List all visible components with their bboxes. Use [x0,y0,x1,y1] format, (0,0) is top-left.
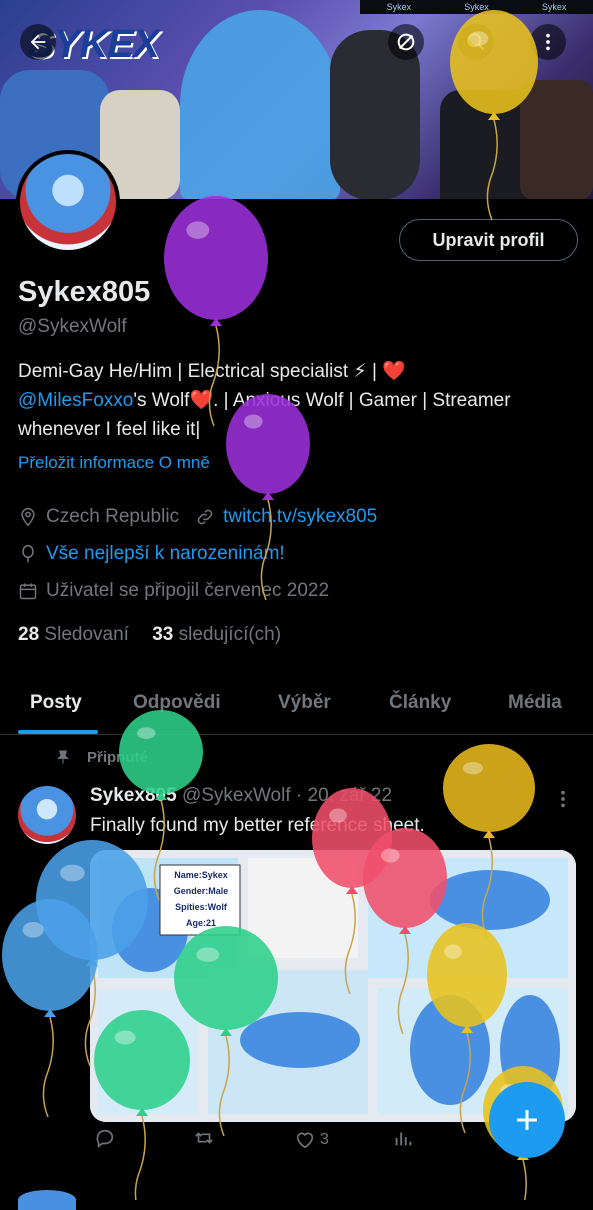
following-count: 28 [18,624,40,645]
followers-label: sledující(ch) [178,624,282,645]
search-icon [467,33,485,51]
banner-link-twitch: Sykex [541,2,567,12]
views-icon [395,1132,412,1145]
profile-handle: @SykexWolf [18,316,127,337]
plus-icon [517,1110,537,1130]
tab-media[interactable]: Média [508,692,562,714]
tab-highlights[interactable]: Výběr [278,692,331,714]
location-row: Czech Republic twitch.tv/sykex805 [18,506,377,528]
post-text: Finally found my better reference sheet. [90,815,425,836]
post-more-button[interactable] [556,788,570,816]
translate-bio-link[interactable]: Přeložit informace O mně [18,453,210,473]
compose-button[interactable] [489,1082,565,1158]
ref-name: Name:Sykex [174,870,228,880]
banner-art-wolf [180,10,340,199]
joined-text: Uživatel se připojil červenec 2022 [46,580,330,601]
birthday-row: Vše nejlepší k narozeninám! [18,543,285,565]
pinned-label: Připnuté [87,748,148,766]
repost-button[interactable] [192,1127,216,1154]
following-label: Sledovaní [44,624,129,645]
bio-mention-link[interactable]: @MilesFoxxo [18,390,133,411]
profile-name: Sykex805 [18,276,151,308]
heart-icon [296,1132,314,1149]
balloon [2,899,98,1118]
link-icon [197,509,213,525]
more-options-button[interactable] [530,24,566,60]
ref-gender: Gender:Male [173,886,229,896]
pin-icon [57,750,69,764]
birthday-link[interactable]: Vše nejlepší k narozeninám! [46,543,285,565]
bio-line-1: Demi-Gay He/Him | Electrical specialist … [18,361,406,382]
joined-row: Uživatel se připojil červenec 2022 [18,580,329,602]
post-author-name[interactable]: Sykex805 [90,785,177,806]
ref-species: Spities:Wolf [175,902,227,912]
back-button[interactable] [20,24,56,60]
avatar-image [20,154,116,250]
pinned-indicator: Připnuté [55,748,148,766]
post-author-avatar[interactable] [18,786,76,844]
banner-art-character [520,80,593,199]
following-stat[interactable]: 28 Sledovaní [18,624,129,645]
location-pin-icon [21,507,35,527]
views-button[interactable] [392,1127,414,1154]
bio-line-2: @MilesFoxxo's Wolf❤️. | Anxious Wolf | G… [18,386,578,415]
next-post-avatar[interactable] [18,1190,76,1210]
balloon-icon [22,544,34,563]
banner-social-links: Sykex Sykex Sykex [360,0,593,14]
reply-button[interactable] [94,1127,116,1154]
like-button[interactable]: 3 [294,1129,329,1151]
banner-link-facebook: Sykex [464,2,489,12]
post-header: Sykex805 @SykexWolf · 20. zář 22 [90,785,392,807]
website-link[interactable]: twitch.tv/sykex805 [223,506,377,528]
reply-icon [96,1129,114,1148]
eye-slash-icon [397,33,415,51]
arrow-left-icon [30,34,46,50]
tab-posts[interactable]: Posty [30,692,82,714]
more-vertical-icon [561,790,565,808]
hide-profile-button[interactable] [388,24,424,60]
follow-stats: 28 Sledovaní 33 sledující(ch) [18,624,281,646]
post-date[interactable]: · 20. zář 22 [296,785,392,806]
tab-replies[interactable]: Odpovědi [133,692,221,714]
edit-profile-button[interactable]: Upravit profil [399,219,578,261]
location-text: Czech Republic [46,506,180,527]
post-media-image[interactable]: Name:Sykex Gender:Male Spities:Wolf Age:… [90,850,576,1122]
bio-line-3: whenever I feel like it| [18,419,201,440]
reference-card: Name:Sykex Gender:Male Spities:Wolf Age:… [162,867,240,931]
like-count: 3 [320,1131,329,1148]
tab-articles[interactable]: Články [389,692,451,714]
post-author-handle[interactable]: @SykexWolf [182,785,291,806]
followers-count: 33 [152,624,174,645]
profile-tabs: Posty Odpovědi Výběr Články Média [0,680,593,735]
profile-bio: Demi-Gay He/Him | Electrical specialist … [18,357,578,444]
bio-line-2-text: 's Wolf❤️. | Anxious Wolf | Gamer | Stre… [133,390,511,411]
repost-icon [195,1131,213,1144]
active-tab-indicator [18,730,98,734]
profile-avatar[interactable] [16,150,120,254]
ref-age: Age:21 [185,918,216,928]
followers-stat[interactable]: 33 sledující(ch) [152,624,281,645]
search-button[interactable] [458,24,494,60]
banner-link-twitter: Sykex [386,2,412,12]
calendar-icon [19,583,37,600]
more-vertical-icon [546,33,550,51]
